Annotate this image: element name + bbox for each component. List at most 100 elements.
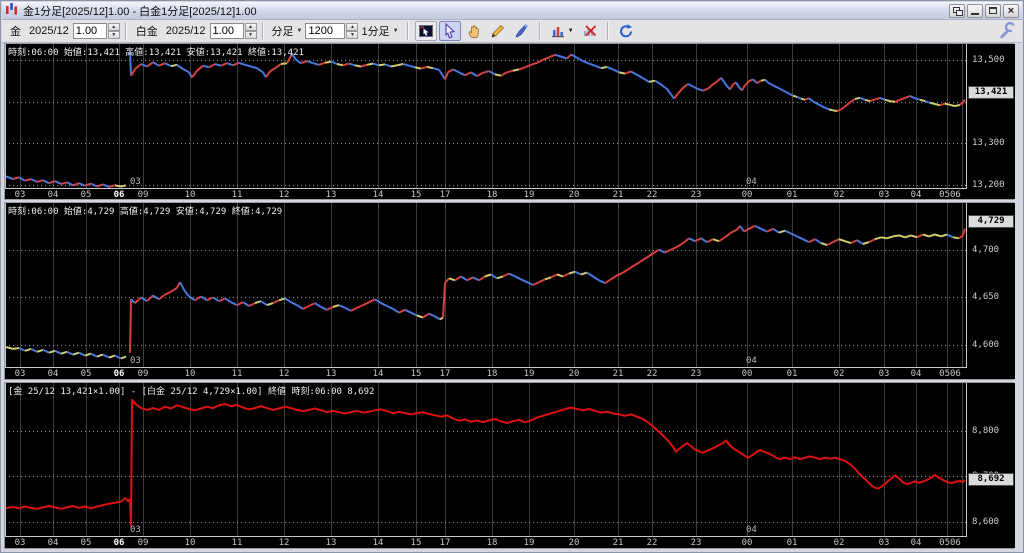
x-axis-label: 13: [325, 538, 337, 548]
bars-count-input[interactable]: [305, 23, 346, 39]
day-label: 03: [130, 525, 141, 535]
x-axis-label: 20: [568, 538, 580, 548]
bars-count-stepper[interactable]: ▲ ▼: [346, 23, 359, 39]
gold-ratio-stepper[interactable]: ▲ ▼: [107, 23, 120, 39]
x-axis-label: 00: [741, 190, 753, 200]
current-price-box: 13,421: [968, 85, 1014, 99]
x-axis-label: 10: [184, 538, 196, 548]
gold-contract-label[interactable]: 2025/12: [29, 25, 69, 37]
day-label: 03: [130, 356, 141, 366]
refresh-button[interactable]: [615, 21, 637, 41]
toolbar-separator: [406, 22, 409, 40]
x-axis-label: 15: [410, 369, 422, 379]
x-axis-label: 03: [14, 190, 26, 200]
spread-line: [5, 398, 966, 527]
x-axis-label: 06: [113, 190, 125, 200]
y-axis-label: 8,600: [972, 516, 1000, 527]
platinum-ratio-stepper[interactable]: ▲ ▼: [244, 23, 257, 39]
x-axis-label: 19: [523, 190, 535, 200]
gold-ratio-input[interactable]: [72, 23, 107, 39]
x-axis-label: 03: [878, 369, 890, 379]
price-plot[interactable]: [5, 203, 967, 368]
chart-pane-2[interactable]: 時刻:06:00 始値:4,729 高値:4,729 安値:4,729 終値:4…: [4, 202, 1015, 380]
x-axis-label: 22: [646, 190, 658, 200]
x-axis-label: 21: [612, 538, 624, 548]
title-bar[interactable]: 金1分足[2025/12]1.00 - 白金1分足[2025/12]1.00 ×: [2, 2, 1022, 20]
x-axis-label: 06: [113, 538, 125, 548]
pencil-draw-button[interactable]: [487, 21, 509, 41]
x-axis-label: 17: [439, 538, 451, 548]
settings-wrench-button[interactable]: [999, 21, 1016, 42]
x-axis-label: 01: [786, 190, 798, 200]
x-axis-label: 01: [786, 538, 798, 548]
y-axis-label: 4,700: [972, 244, 1000, 255]
chevron-down-icon: ▼: [296, 28, 303, 34]
x-axis-label: 02: [833, 538, 845, 548]
gold-label: 金: [10, 26, 21, 38]
wrench-icon: [1000, 21, 1015, 39]
price-plot[interactable]: [5, 44, 967, 189]
toolbar: 金 2025/12 ▲▼ 白金 2025/12 ▲▼ 分足▼ ▲▼ 1分足▼: [2, 20, 1022, 43]
chart-type-button[interactable]: ▼: [547, 21, 577, 41]
x-axis-label: 05: [80, 369, 92, 379]
window-title: 金1分足[2025/12]1.00 - 白金1分足[2025/12]1.00: [23, 5, 257, 18]
x-axis-label: 0506: [939, 369, 961, 379]
y-axis-label: 13,300: [972, 138, 1005, 149]
x-axis-label: 09: [137, 538, 149, 548]
y-axis-gutter: 4,700 4,650 4,600 4,729: [968, 203, 1015, 379]
x-axis-label: 19: [523, 538, 535, 548]
cursor-select-button[interactable]: [438, 21, 461, 41]
platinum-contract-label[interactable]: 2025/12: [166, 25, 206, 37]
x-axis-label: 22: [646, 369, 658, 379]
chart-delete-icon: [583, 25, 596, 37]
chart-pane-1[interactable]: 時刻:06:00 始値:13,421 高値:13,421 安値:13,421 終…: [4, 43, 1015, 200]
x-axis-label: 14: [372, 369, 384, 379]
close-icon: ×: [1007, 4, 1015, 17]
platinum-label: 白金: [135, 26, 158, 38]
x-axis-label: 11: [231, 369, 243, 379]
x-axis-label: 11: [231, 190, 243, 200]
x-axis-label: 21: [612, 369, 624, 379]
close-button[interactable]: ×: [1003, 3, 1019, 18]
chart-delete-button[interactable]: [579, 21, 601, 41]
y-axis-gutter: 8,8008,7008,6008,692: [968, 383, 1015, 548]
app-window: 金1分足[2025/12]1.00 - 白金1分足[2025/12]1.00 ×…: [0, 0, 1024, 553]
maximize-button[interactable]: [985, 3, 1001, 18]
period-type-dropdown[interactable]: 分足 ▼: [272, 23, 303, 39]
current-price-box: 4,729: [968, 215, 1014, 229]
x-axis-label: 02: [833, 190, 845, 200]
pan-hand-button[interactable]: [463, 21, 485, 41]
timeframe-dropdown[interactable]: 1分足 ▼: [361, 23, 398, 39]
y-axis-label: 8,800: [972, 425, 1000, 436]
pane-info-line: 時刻:06:00 始値:13,421 高値:13,421 安値:13,421 終…: [8, 48, 304, 58]
x-axis-label: 03: [878, 538, 890, 548]
x-axis-label: 04: [47, 190, 59, 200]
x-axis-label: 05: [80, 190, 92, 200]
pen-annotate-button[interactable]: [511, 21, 533, 41]
platinum-ratio-input[interactable]: [209, 23, 244, 39]
y-axis-label: 4,650: [972, 292, 1000, 303]
chart-area: 時刻:06:00 始値:13,421 高値:13,421 安値:13,421 終…: [4, 43, 1015, 549]
pen-icon: [514, 24, 528, 38]
y-axis-label: 4,600: [972, 340, 1000, 351]
chart-pane-3[interactable]: [金 25/12 13,421×1.00] - [白金 25/12 4,729×…: [4, 382, 1015, 549]
toolbar-separator: [606, 22, 609, 40]
x-axis-label: 04: [910, 190, 922, 200]
x-axis-label: 22: [646, 538, 658, 548]
chevron-down-icon: ▼: [392, 28, 399, 34]
price-plot[interactable]: [5, 383, 967, 537]
x-axis-label: 12: [278, 190, 290, 200]
spin-up-icon: ▲: [107, 23, 120, 31]
cascade-windows-button[interactable]: [949, 3, 965, 18]
x-axis-label: 04: [47, 538, 59, 548]
minimize-button[interactable]: [967, 3, 983, 18]
x-axis-label: 17: [439, 369, 451, 379]
x-axis-label: 03: [14, 538, 26, 548]
x-axis-label: 09: [137, 369, 149, 379]
x-axis-label: 12: [278, 538, 290, 548]
x-axis-label: 00: [741, 369, 753, 379]
x-axis-label: 09: [137, 190, 149, 200]
x-axis-label: 02: [833, 369, 845, 379]
x-axis-label: 23: [690, 369, 702, 379]
chart-region-select-button[interactable]: [414, 21, 437, 41]
